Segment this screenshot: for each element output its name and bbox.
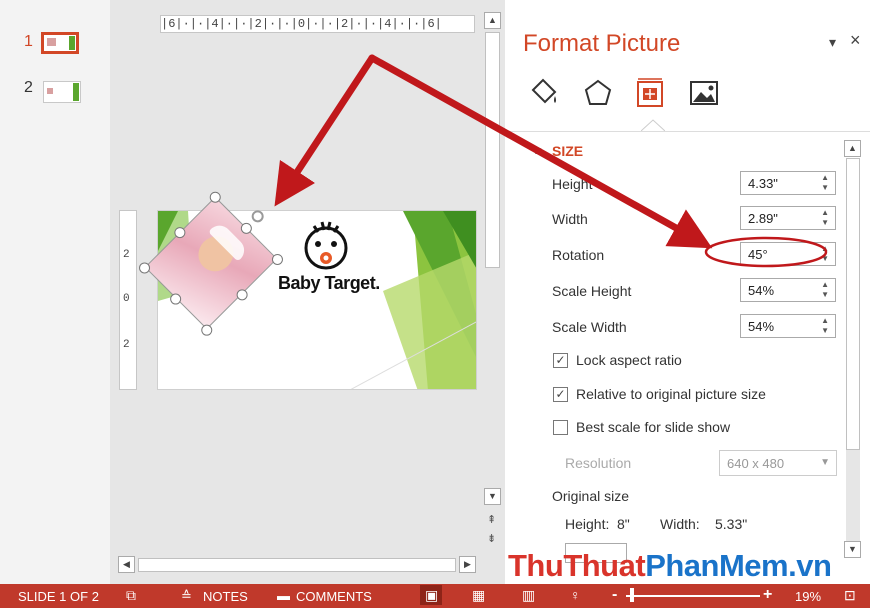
spell-check-icon[interactable]: ⧉ bbox=[126, 587, 136, 604]
original-width-label: Width: bbox=[660, 516, 700, 532]
zoom-in-button[interactable]: + bbox=[763, 586, 772, 604]
scale-height-label: Scale Height bbox=[552, 283, 632, 299]
rotation-label: Rotation bbox=[552, 247, 605, 263]
watermark-logo: ThuThuatPhanMem.vn bbox=[508, 548, 832, 583]
scroll-thumb[interactable] bbox=[485, 32, 500, 268]
zoom-slider-thumb[interactable] bbox=[630, 588, 634, 602]
editor-horizontal-scrollbar[interactable]: ◀ ▶ bbox=[118, 556, 478, 574]
relative-size-label[interactable]: Relative to original picture size bbox=[576, 386, 766, 402]
status-bar: SLIDE 1 OF 2 ⧉ ≙ NOTES ▬ COMMENTS ▣ ▦ ▥ … bbox=[0, 584, 870, 608]
slide-thumbnail-pane: 1 2 bbox=[0, 0, 110, 584]
notes-button[interactable]: NOTES bbox=[203, 589, 248, 604]
scroll-down-icon[interactable]: ▼ bbox=[844, 541, 861, 558]
next-slide-icon[interactable]: ⇟ bbox=[487, 532, 496, 545]
zoom-level[interactable]: 19% bbox=[795, 589, 821, 604]
scale-width-field[interactable]: 54% ▲ ▼ bbox=[740, 314, 836, 338]
width-label: Width bbox=[552, 211, 588, 227]
lock-aspect-ratio-label[interactable]: Lock aspect ratio bbox=[576, 352, 682, 368]
original-height-value: 8" bbox=[617, 516, 630, 532]
rotation-field[interactable]: 45° ▲ ▼ bbox=[740, 242, 836, 266]
relative-size-checkbox[interactable]: ✓ bbox=[553, 387, 568, 402]
spin-arrows-icon: ▲ ▼ bbox=[821, 208, 829, 227]
effects-icon[interactable] bbox=[581, 76, 615, 110]
spin-arrows-icon: ▲ ▼ bbox=[821, 244, 829, 263]
height-field[interactable]: 4.33" ▲ ▼ bbox=[740, 171, 836, 195]
spin-arrows-icon: ▲ ▼ bbox=[821, 173, 829, 192]
scroll-thumb[interactable] bbox=[138, 558, 456, 572]
scroll-thumb[interactable] bbox=[846, 158, 860, 450]
best-scale-label[interactable]: Best scale for slide show bbox=[576, 419, 730, 435]
fit-to-window-icon[interactable]: ⊡ bbox=[844, 587, 856, 604]
thumbnail-number: 1 bbox=[24, 33, 33, 50]
collapse-icon[interactable]: ◢ bbox=[535, 146, 541, 155]
close-icon[interactable]: × bbox=[850, 30, 861, 51]
scroll-down-icon[interactable]: ▼ bbox=[484, 488, 501, 505]
zoom-out-button[interactable]: - bbox=[612, 586, 617, 604]
pane-options-icon[interactable]: ▾ bbox=[829, 34, 836, 51]
pane-scrollbar[interactable]: ▲ ▼ bbox=[843, 140, 863, 560]
chevron-down-icon: ▼ bbox=[820, 457, 830, 468]
width-field[interactable]: 2.89" ▲ ▼ bbox=[740, 206, 836, 230]
scroll-left-icon[interactable]: ◀ bbox=[118, 556, 135, 573]
fill-line-icon[interactable] bbox=[527, 76, 561, 110]
best-scale-checkbox[interactable] bbox=[553, 420, 568, 435]
format-picture-pane: Format Picture ▾ × ◢ SIZE Height 4.33" ▲ ▼… bbox=[505, 0, 870, 584]
reading-view-icon[interactable]: ▥ bbox=[522, 587, 535, 604]
resolution-label: Resolution bbox=[565, 455, 632, 471]
baby-face-logo bbox=[304, 221, 348, 270]
ruler-scale: |6|·|·|4|·|·|2|·|·|0|·|·|2|·|·|4|·|·|6| bbox=[161, 17, 442, 31]
size-properties-icon[interactable] bbox=[633, 76, 667, 110]
thumbnail-number: 2 bbox=[24, 79, 33, 96]
pane-title: Format Picture bbox=[523, 30, 681, 57]
original-height-label: Height: bbox=[565, 516, 610, 532]
picture-icon[interactable] bbox=[687, 76, 721, 110]
spin-arrows-icon: ▲ ▼ bbox=[821, 280, 829, 299]
tab-pointer bbox=[641, 119, 665, 132]
original-size-label: Original size bbox=[552, 488, 630, 504]
original-width-value: 5.33" bbox=[715, 516, 748, 532]
slide-sorter-icon[interactable]: ▦ bbox=[472, 587, 485, 604]
slide-show-icon[interactable]: ♀ bbox=[570, 587, 581, 603]
vertical-ruler: 2 0 2 bbox=[119, 210, 137, 390]
ruler-tick-label: 2 bbox=[123, 249, 130, 261]
resolution-select: 640 x 480 ▼ bbox=[719, 450, 837, 476]
comments-button[interactable]: COMMENTS bbox=[296, 589, 372, 604]
size-section-title[interactable]: SIZE bbox=[552, 143, 583, 159]
horizontal-ruler: |6|·|·|4|·|·|2|·|·|0|·|·|2|·|·|4|·|·|6| bbox=[160, 15, 475, 33]
scroll-right-icon[interactable]: ▶ bbox=[459, 556, 476, 573]
slide-thumbnail-1[interactable] bbox=[41, 32, 79, 54]
ruler-tick-label: 2 bbox=[123, 339, 130, 351]
comments-icon[interactable]: ▬ bbox=[277, 588, 290, 603]
zoom-slider[interactable] bbox=[626, 595, 760, 597]
notes-icon[interactable]: ≙ bbox=[181, 588, 192, 604]
normal-view-icon[interactable]: ▣ bbox=[425, 587, 438, 604]
lock-aspect-ratio-checkbox[interactable]: ✓ bbox=[553, 353, 568, 368]
ruler-tick-label: 0 bbox=[123, 293, 130, 305]
scroll-up-icon[interactable]: ▲ bbox=[484, 12, 501, 29]
slide-counter: SLIDE 1 OF 2 bbox=[18, 589, 99, 604]
spin-arrows-icon: ▲ ▼ bbox=[821, 316, 829, 335]
editor-vertical-scrollbar[interactable]: ▲ ▼ ⇞ ⇟ bbox=[483, 8, 503, 576]
scroll-up-icon[interactable]: ▲ bbox=[844, 140, 861, 157]
slide-brand-text: Baby Target. bbox=[278, 273, 380, 293]
height-label: Height bbox=[552, 176, 593, 192]
previous-slide-icon[interactable]: ⇞ bbox=[487, 513, 496, 526]
scale-width-label: Scale Width bbox=[552, 319, 627, 335]
slide-thumbnail-2[interactable] bbox=[43, 81, 81, 103]
scale-height-field[interactable]: 54% ▲ ▼ bbox=[740, 278, 836, 302]
